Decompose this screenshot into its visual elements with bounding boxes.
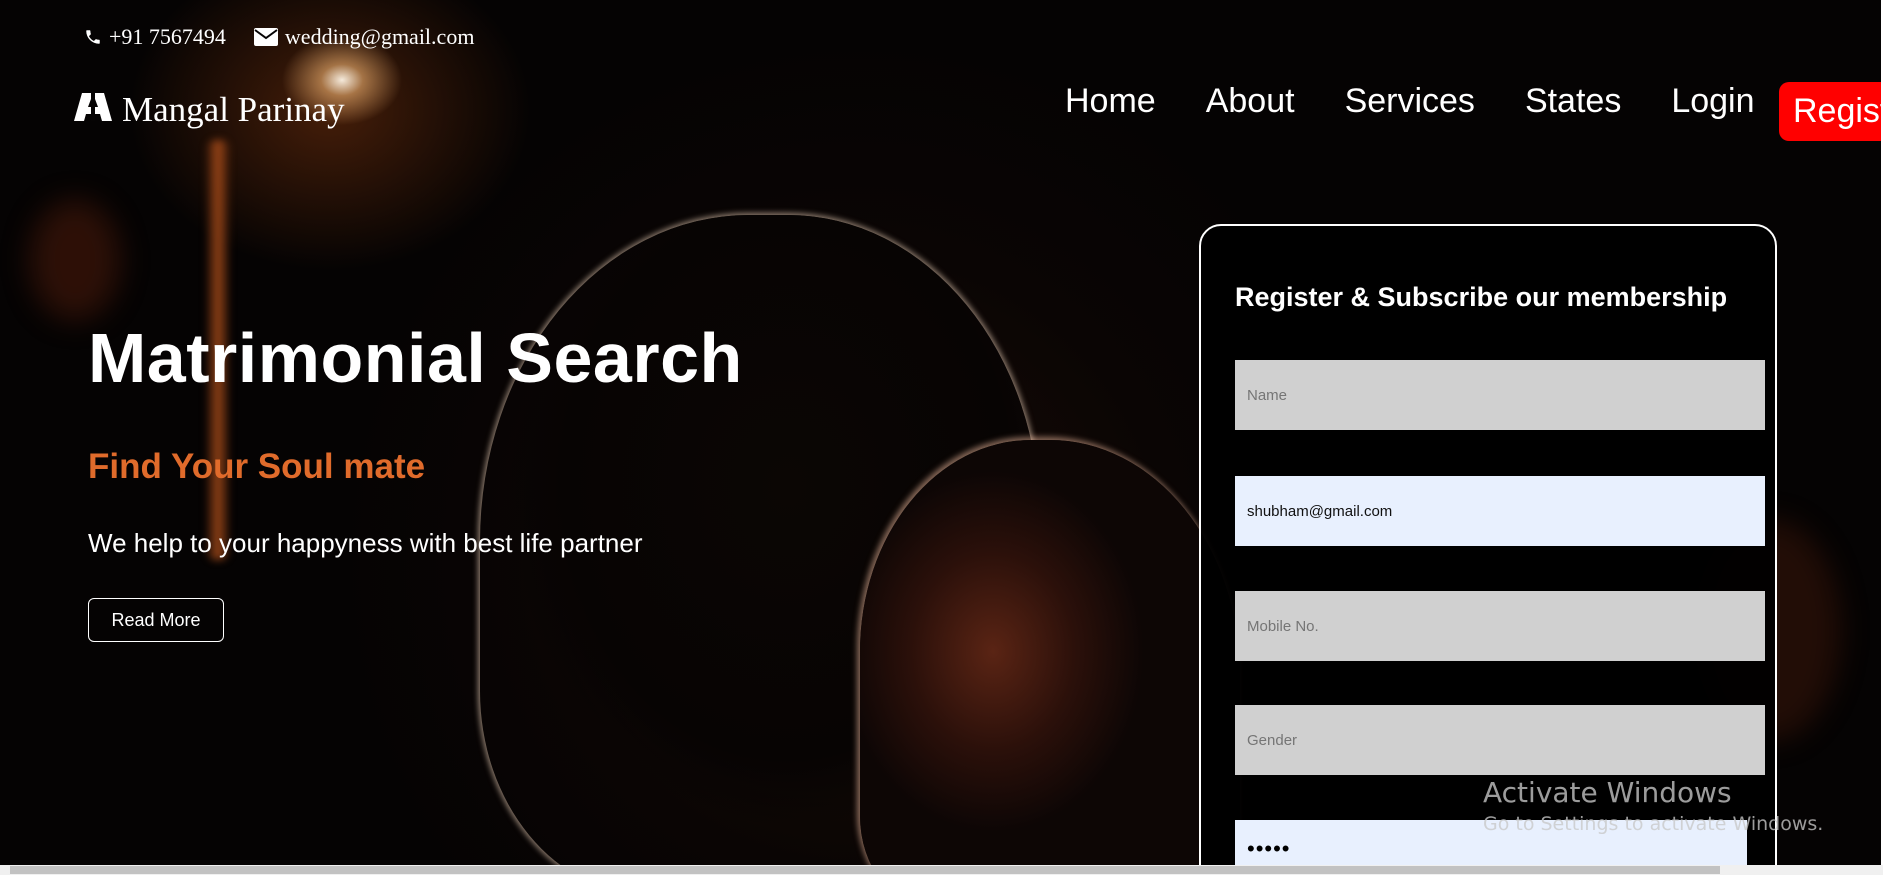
nav-login-link[interactable]: Login xyxy=(1671,82,1754,121)
gender-input[interactable] xyxy=(1235,705,1765,775)
name-input[interactable] xyxy=(1235,360,1765,430)
brand-name: Mangal Parinay xyxy=(122,90,345,129)
horizontal-scrollbar[interactable] xyxy=(0,865,1883,875)
nav-services-link[interactable]: Services xyxy=(1345,82,1475,121)
background-bokeh-light xyxy=(30,200,120,320)
contact-bar: +91 7567494 wedding@gmail.com xyxy=(84,24,474,50)
read-more-button[interactable]: Read More xyxy=(88,598,224,642)
nav-states-link[interactable]: States xyxy=(1525,82,1621,121)
contact-email[interactable]: wedding@gmail.com xyxy=(253,24,475,50)
brand-logo-link[interactable]: Mangal Parinay xyxy=(74,90,345,130)
hero-subtitle: Find Your Soul mate xyxy=(88,447,426,486)
watermark-title: Activate Windows xyxy=(1483,776,1732,809)
mobile-input[interactable] xyxy=(1235,591,1765,661)
contact-phone[interactable]: +91 7567494 xyxy=(84,24,226,50)
watermark-subtitle: Go to Settings to activate Windows. xyxy=(1483,813,1824,835)
hero-title: Matrimonial Search xyxy=(88,319,743,397)
nav-register-button[interactable]: Register xyxy=(1779,82,1883,141)
logo-icon xyxy=(74,90,112,130)
contact-phone-text: +91 7567494 xyxy=(109,24,226,49)
password-value: ••••• xyxy=(1247,836,1291,861)
hero-description: We help to your happyness with best life… xyxy=(88,528,643,558)
email-input[interactable] xyxy=(1235,476,1765,546)
horizontal-scrollbar-thumb[interactable] xyxy=(10,866,1720,874)
envelope-icon xyxy=(253,28,278,46)
phone-icon xyxy=(84,28,102,46)
main-nav: Home About Services States Login Registe… xyxy=(1065,82,1883,141)
register-card-title: Register & Subscribe our membership xyxy=(1235,282,1728,312)
nav-about-link[interactable]: About xyxy=(1206,82,1295,121)
activate-windows-watermark: Activate Windows Go to Settings to activ… xyxy=(1483,776,1823,835)
nav-home-link[interactable]: Home xyxy=(1065,82,1156,121)
contact-email-text: wedding@gmail.com xyxy=(284,24,475,49)
